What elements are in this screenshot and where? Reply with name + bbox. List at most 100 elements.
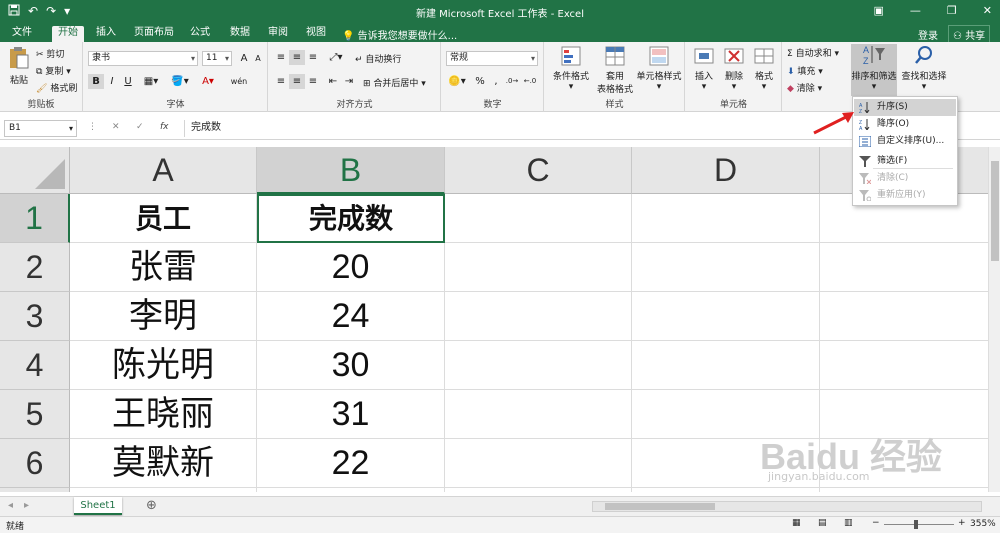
row-header-4[interactable]: 4 <box>0 341 70 390</box>
cut-button[interactable]: ✂ 剪切 <box>36 47 64 60</box>
column-header-b[interactable]: B <box>257 147 445 194</box>
row-header-1[interactable]: 1 <box>0 194 70 243</box>
row-header-5[interactable]: 5 <box>0 390 70 439</box>
menu-sort-ascending[interactable]: AZ 升序(S) <box>854 99 956 116</box>
row-header-2[interactable]: 2 <box>0 243 70 292</box>
fill-color-icon[interactable]: 🪣▾ <box>168 74 192 89</box>
cell-a3[interactable]: 李明 <box>70 292 257 341</box>
add-sheet-icon[interactable]: ⊕ <box>146 498 157 513</box>
row-header-3[interactable]: 3 <box>0 292 70 341</box>
cell-e2[interactable] <box>820 243 988 292</box>
increase-decimal-icon[interactable]: .0→ <box>504 74 520 89</box>
font-color-icon[interactable]: A▾ <box>196 74 220 89</box>
tab-formulas[interactable]: 公式 <box>184 26 216 42</box>
select-all-corner[interactable] <box>0 147 70 194</box>
tab-page-layout[interactable]: 页面布局 <box>128 26 180 42</box>
insert-cells-button[interactable]: 插入 ▾ <box>690 46 718 92</box>
column-header-c[interactable]: C <box>445 147 632 194</box>
align-left-icon[interactable]: ≡ <box>273 74 289 89</box>
zoom-slider[interactable] <box>884 520 954 529</box>
cell-b4[interactable]: 30 <box>257 341 445 390</box>
clear-button[interactable]: ◆ 清除 ▾ <box>787 81 822 94</box>
cell-c4[interactable] <box>445 341 632 390</box>
insert-function-icon[interactable]: fx <box>160 122 169 132</box>
increase-indent-icon[interactable]: ⇥ <box>341 74 357 89</box>
horizontal-scroll-thumb[interactable] <box>605 503 715 510</box>
phonetic-button[interactable]: wén <box>224 74 254 89</box>
zoom-in-icon[interactable]: + <box>958 518 966 528</box>
cell-d7[interactable] <box>632 488 820 492</box>
align-center-icon[interactable]: ≡ <box>289 74 305 89</box>
cell-d2[interactable] <box>632 243 820 292</box>
menu-sort-descending[interactable]: ZA 降序(O) <box>854 116 956 133</box>
cell-a4[interactable]: 陈光明 <box>70 341 257 390</box>
number-format-select[interactable]: 常规 <box>446 51 538 66</box>
cell-b6[interactable]: 22 <box>257 439 445 488</box>
format-as-table-button[interactable]: 套用 表格格式 <box>595 46 635 95</box>
enter-icon[interactable]: ✓ <box>136 122 144 132</box>
fill-button[interactable]: ⬇ 填充 ▾ <box>787 64 823 77</box>
page-layout-view-icon[interactable]: ▤ <box>818 518 827 528</box>
cell-c1[interactable] <box>445 194 632 243</box>
menu-custom-sort[interactable]: 自定义排序(U)... <box>854 133 956 150</box>
align-top-icon[interactable]: ≡ <box>273 50 289 65</box>
align-bottom-icon[interactable]: ≡ <box>305 50 321 65</box>
cell-a2[interactable]: 张雷 <box>70 243 257 292</box>
sheet-tab-sheet1[interactable]: Sheet1 <box>74 497 122 515</box>
menu-reapply[interactable]: 重新应用(Y) <box>854 187 956 204</box>
maximize-icon[interactable]: ❐ <box>947 4 957 17</box>
cell-b2[interactable]: 20 <box>257 243 445 292</box>
horizontal-scrollbar[interactable] <box>592 501 982 512</box>
currency-icon[interactable]: 🪙▾ <box>446 74 468 89</box>
cell-c7[interactable] <box>445 488 632 492</box>
tab-home[interactable]: 开始 <box>52 26 84 42</box>
menu-clear-filter[interactable]: 清除(C) <box>854 170 956 187</box>
name-box[interactable]: B1 <box>4 120 77 137</box>
row-header-6[interactable]: 6 <box>0 439 70 488</box>
find-select-button[interactable]: 查找和选择 ▾ <box>901 44 947 92</box>
tab-data[interactable]: 数据 <box>224 26 256 42</box>
prev-sheet-icon[interactable]: ◂ <box>8 500 13 511</box>
cell-e4[interactable] <box>820 341 988 390</box>
bold-button[interactable]: B <box>88 74 104 89</box>
ribbon-display-icon[interactable]: ▣ <box>874 4 884 17</box>
tell-me-search[interactable]: 💡 告诉我您想要做什么... <box>342 27 457 42</box>
merge-center-button[interactable]: ⊞ 合并后居中 ▾ <box>363 76 426 89</box>
font-size-select[interactable]: 11 <box>202 51 232 66</box>
comma-button[interactable]: , <box>488 74 504 89</box>
close-icon[interactable]: ✕ <box>983 4 992 17</box>
underline-button[interactable]: U <box>120 74 136 89</box>
login-link[interactable]: 登录 <box>918 27 938 42</box>
cell-b5[interactable]: 31 <box>257 390 445 439</box>
tab-insert[interactable]: 插入 <box>90 26 122 42</box>
cell-a7[interactable] <box>70 488 257 492</box>
vertical-scroll-thumb[interactable] <box>991 161 999 261</box>
border-icon[interactable]: ▦▾ <box>140 74 162 89</box>
font-name-select[interactable]: 隶书 <box>88 51 198 66</box>
shrink-font-button[interactable]: A <box>250 51 266 66</box>
row-header-7[interactable] <box>0 488 70 492</box>
cell-c2[interactable] <box>445 243 632 292</box>
column-header-a[interactable]: A <box>70 147 257 194</box>
format-painter-button[interactable]: 🖌 格式刷 <box>36 81 77 94</box>
cell-e3[interactable] <box>820 292 988 341</box>
tab-review[interactable]: 审阅 <box>262 26 294 42</box>
menu-filter[interactable]: 筛选(F) <box>854 153 956 170</box>
next-sheet-icon[interactable]: ▸ <box>24 500 29 511</box>
tab-file[interactable]: 文件 <box>6 26 38 42</box>
zoom-slider-thumb[interactable] <box>914 520 918 529</box>
align-middle-icon[interactable]: ≡ <box>289 50 305 65</box>
wrap-text-button[interactable]: ↵ 自动换行 <box>355 52 401 65</box>
percent-button[interactable]: % <box>472 74 488 89</box>
cell-styles-button[interactable]: 单元格样式 ▾ <box>635 46 683 92</box>
cell-b1[interactable]: 完成数 <box>257 194 445 243</box>
vertical-scrollbar[interactable] <box>988 147 1000 492</box>
copy-button[interactable]: ⧉ 复制 ▾ <box>36 64 71 77</box>
tab-view[interactable]: 视图 <box>300 26 332 42</box>
cell-d1[interactable] <box>632 194 820 243</box>
italic-button[interactable]: I <box>104 74 120 89</box>
cell-c5[interactable] <box>445 390 632 439</box>
cell-b3[interactable]: 24 <box>257 292 445 341</box>
autosum-button[interactable]: Σ 自动求和 ▾ <box>787 46 839 59</box>
cell-d4[interactable] <box>632 341 820 390</box>
